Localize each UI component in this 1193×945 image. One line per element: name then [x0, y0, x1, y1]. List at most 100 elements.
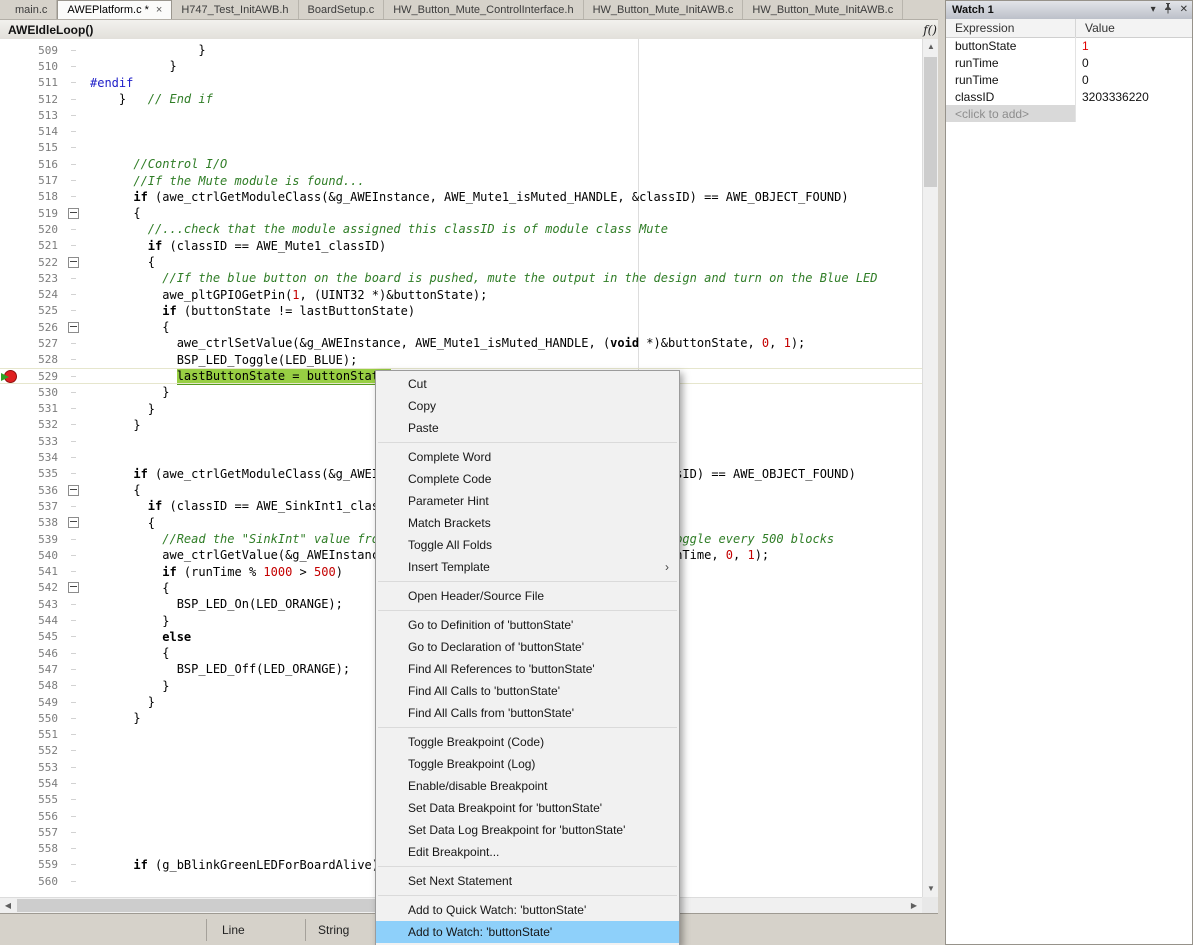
code-line-526[interactable]: 526 {	[0, 319, 922, 335]
tab-main-c[interactable]: main.c	[6, 0, 57, 19]
menu-item-go-to-definition-of-buttonstate[interactable]: Go to Definition of 'buttonState'	[376, 614, 679, 636]
menu-item-set-data-log-breakpoint-for-buttonstate[interactable]: Set Data Log Breakpoint for 'buttonState…	[376, 819, 679, 841]
pin-icon[interactable]	[1163, 3, 1173, 17]
breakpoint-gutter[interactable]	[0, 140, 18, 156]
breakpoint-gutter[interactable]	[0, 612, 18, 628]
menu-item-complete-code[interactable]: Complete Code	[376, 468, 679, 490]
menu-item-insert-template[interactable]: Insert Template›	[376, 556, 679, 578]
menu-item-toggle-all-folds[interactable]: Toggle All Folds	[376, 534, 679, 556]
watch-value[interactable]: 1	[1076, 39, 1089, 53]
breakpoint-gutter[interactable]	[0, 710, 18, 726]
menu-item-toggle-breakpoint-log[interactable]: Toggle Breakpoint (Log)	[376, 753, 679, 775]
breakpoint-gutter[interactable]	[0, 303, 18, 319]
fold-collapse-icon[interactable]	[68, 257, 79, 268]
code-line-510[interactable]: 510 }	[0, 58, 922, 74]
code-line-511[interactable]: 511#endif	[0, 75, 922, 91]
tab-h747-test-initawb-h[interactable]: H747_Test_InitAWB.h	[172, 0, 298, 19]
code-line-524[interactable]: 524 awe_pltGPIOGetPin(1, (UINT32 *)&butt…	[0, 286, 922, 302]
watch-column-expression[interactable]: Expression	[946, 19, 1076, 37]
fold-gutter[interactable]	[63, 517, 83, 528]
breakpoint-gutter[interactable]	[0, 531, 18, 547]
menu-item-complete-word[interactable]: Complete Word	[376, 446, 679, 468]
breakpoint-gutter[interactable]	[0, 172, 18, 188]
menu-item-parameter-hint[interactable]: Parameter Hint	[376, 490, 679, 512]
menu-item-toggle-breakpoint-code[interactable]: Toggle Breakpoint (Code)	[376, 731, 679, 753]
watch-expression[interactable]: runTime	[946, 54, 1076, 71]
breakpoint-gutter[interactable]	[0, 564, 18, 580]
breakpoint-gutter[interactable]	[0, 449, 18, 465]
watch-row-click-to-add[interactable]: <click to add>	[946, 105, 1192, 122]
menu-item-enable-disable-breakpoint[interactable]: Enable/disable Breakpoint	[376, 775, 679, 797]
code-line-514[interactable]: 514	[0, 123, 922, 139]
menu-item-paste[interactable]: Paste	[376, 417, 679, 439]
code-line-525[interactable]: 525 if (buttonState != lastButtonState)	[0, 303, 922, 319]
breakpoint-gutter[interactable]	[0, 678, 18, 694]
breakpoint-gutter[interactable]	[0, 792, 18, 808]
watch-row-buttonstate[interactable]: buttonState1	[946, 37, 1192, 54]
watch-column-headers[interactable]: Expression Value	[946, 19, 1192, 38]
watch-panel-header[interactable]: Watch 1 ▾ ✕	[946, 1, 1192, 20]
vertical-scrollbar[interactable]: ▲ ▼	[922, 39, 939, 897]
breakpoint-gutter[interactable]	[0, 42, 18, 58]
fold-collapse-icon[interactable]	[68, 517, 79, 528]
breakpoint-gutter[interactable]	[0, 498, 18, 514]
breakpoint-gutter[interactable]	[0, 873, 18, 889]
scroll-up-icon[interactable]: ▲	[923, 39, 939, 55]
breakpoint-gutter[interactable]	[0, 417, 18, 433]
breakpoint-gutter[interactable]	[0, 205, 18, 221]
scroll-down-icon[interactable]: ▼	[923, 881, 939, 897]
watch-value[interactable]: 0	[1076, 56, 1089, 70]
breakpoint-gutter[interactable]	[0, 123, 18, 139]
breakpoint-gutter[interactable]	[0, 433, 18, 449]
breakpoint-gutter[interactable]	[0, 743, 18, 759]
menu-item-find-all-references-to-buttonstate[interactable]: Find All References to 'buttonState'	[376, 658, 679, 680]
scroll-right-icon[interactable]: ▶	[906, 898, 922, 914]
breakpoint-gutter[interactable]	[0, 368, 18, 384]
breakpoint-gutter[interactable]	[0, 254, 18, 270]
menu-item-find-all-calls-to-buttonstate[interactable]: Find All Calls to 'buttonState'	[376, 680, 679, 702]
code-line-520[interactable]: 520 //...check that the module assigned …	[0, 221, 922, 237]
menu-item-match-brackets[interactable]: Match Brackets	[376, 512, 679, 534]
code-line-513[interactable]: 513	[0, 107, 922, 123]
breakpoint-gutter[interactable]	[0, 629, 18, 645]
code-line-518[interactable]: 518 if (awe_ctrlGetModuleClass(&g_AWEIns…	[0, 189, 922, 205]
scroll-left-icon[interactable]: ◀	[0, 898, 16, 914]
breakpoint-gutter[interactable]	[0, 726, 18, 742]
tab-hw-button-mute-controlinterface-h[interactable]: HW_Button_Mute_ControlInterface.h	[384, 0, 583, 19]
fold-collapse-icon[interactable]	[68, 582, 79, 593]
breakpoint-gutter[interactable]	[0, 694, 18, 710]
breakpoint-gutter[interactable]	[0, 107, 18, 123]
watch-add-placeholder[interactable]: <click to add>	[946, 105, 1076, 122]
tab-hw-button-mute-initawb-c[interactable]: HW_Button_Mute_InitAWB.c	[743, 0, 903, 19]
fold-collapse-icon[interactable]	[68, 208, 79, 219]
tab-aweplatform-c[interactable]: AWEPlatform.c *×	[57, 0, 172, 19]
fold-gutter[interactable]	[63, 582, 83, 593]
tab-hw-button-mute-initawb-c[interactable]: HW_Button_Mute_InitAWB.c	[584, 0, 744, 19]
code-line-522[interactable]: 522 {	[0, 254, 922, 270]
menu-item-go-to-declaration-of-buttonstate[interactable]: Go to Declaration of 'buttonState'	[376, 636, 679, 658]
watch-row-runtime[interactable]: runTime0	[946, 71, 1192, 88]
tab-boardsetup-c[interactable]: BoardSetup.c	[299, 0, 385, 19]
breakpoint-gutter[interactable]	[0, 515, 18, 531]
breakpoint-gutter[interactable]	[0, 401, 18, 417]
breakpoint-gutter[interactable]	[0, 319, 18, 335]
breakpoint-icon[interactable]	[2, 369, 16, 383]
breakpoint-gutter[interactable]	[0, 645, 18, 661]
watch-row-classid[interactable]: classID3203336220	[946, 88, 1192, 105]
breakpoint-gutter[interactable]	[0, 384, 18, 400]
breakpoint-gutter[interactable]	[0, 580, 18, 596]
breakpoint-gutter[interactable]	[0, 156, 18, 172]
code-line-512[interactable]: 512 } // End if	[0, 91, 922, 107]
tab-close-icon[interactable]: ×	[156, 5, 162, 16]
current-function-label[interactable]: AWEIdleLoop()	[8, 23, 93, 37]
fold-gutter[interactable]	[63, 208, 83, 219]
breakpoint-gutter[interactable]	[0, 286, 18, 302]
fold-collapse-icon[interactable]	[68, 485, 79, 496]
menu-item-set-next-statement[interactable]: Set Next Statement	[376, 870, 679, 892]
code-line-519[interactable]: 519 {	[0, 205, 922, 221]
breakpoint-gutter[interactable]	[0, 775, 18, 791]
code-line-509[interactable]: 509 }	[0, 42, 922, 58]
breakpoint-gutter[interactable]	[0, 759, 18, 775]
fold-gutter[interactable]	[63, 485, 83, 496]
watch-row-runtime[interactable]: runTime0	[946, 54, 1192, 71]
